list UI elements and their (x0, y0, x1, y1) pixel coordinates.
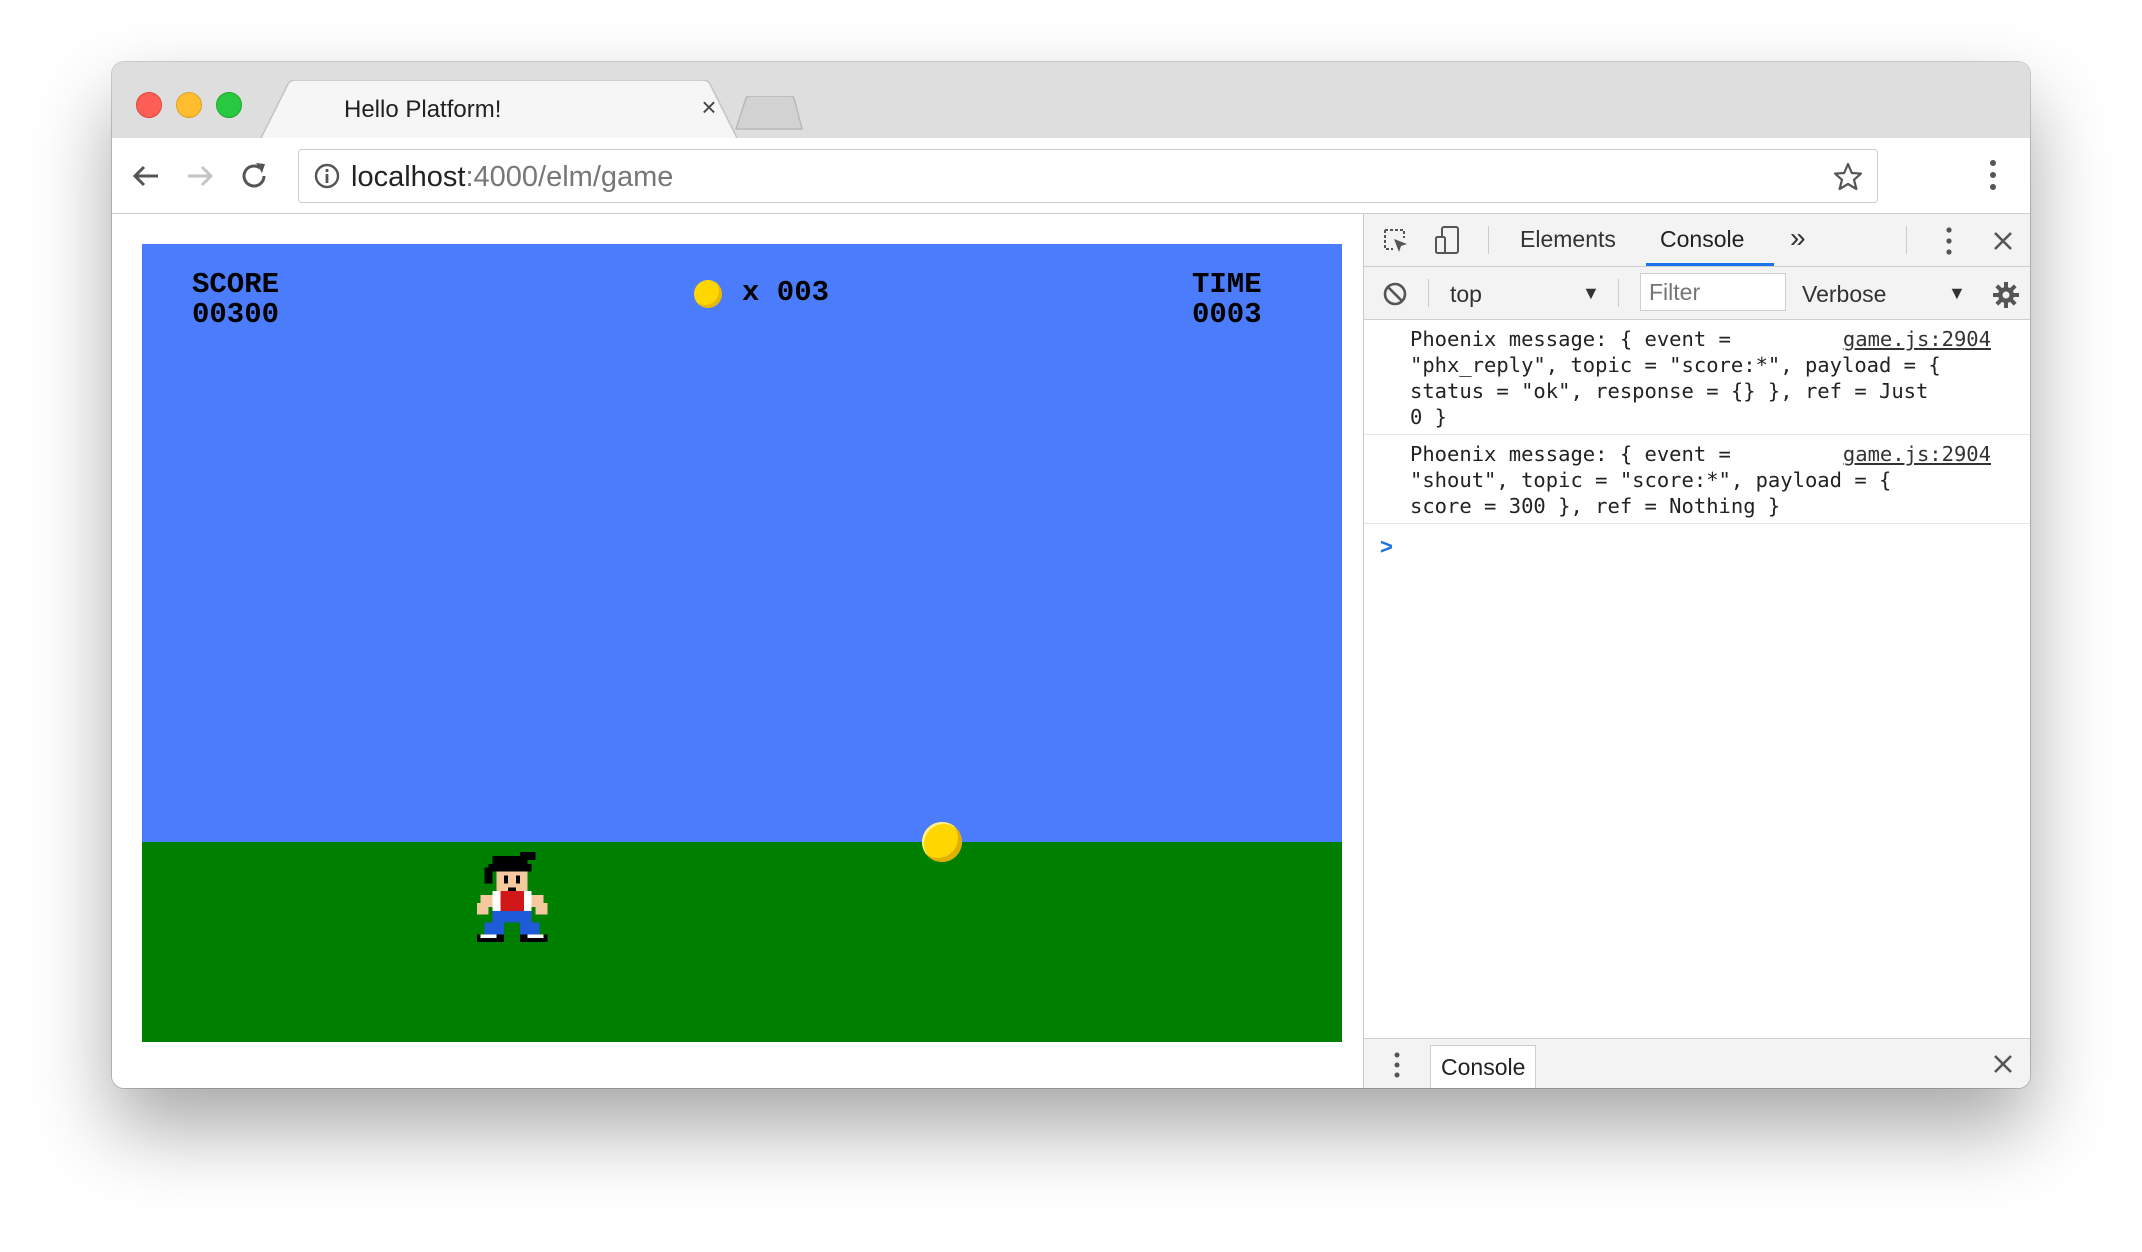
browser-toolbar: localhost:4000/elm/game (112, 138, 2030, 214)
console-message: Phoenix message: { event = "phx_reply", … (1364, 320, 2030, 435)
more-tabs-button[interactable]: » (1790, 222, 1806, 254)
coin-count: x 003 (742, 276, 830, 309)
ground (142, 842, 1342, 1042)
tab-elements[interactable]: Elements (1520, 226, 1616, 253)
devtools-drawer: Console (1364, 1038, 2030, 1088)
new-tab-button[interactable] (734, 96, 804, 130)
drawer-tab-console[interactable]: Console (1430, 1045, 1537, 1088)
log-level-dropdown-icon[interactable]: ▼ (1948, 283, 1966, 304)
console-source-link[interactable]: game.js:2904 (1843, 326, 1991, 352)
tab-title: Hello Platform! (344, 96, 502, 123)
console-filter-bar: top ▼ Verbose ▼ (1364, 267, 2030, 320)
game-canvas[interactable]: SCORE 00300 x 003 TIME 0003 (142, 244, 1342, 1042)
close-window-button[interactable] (136, 92, 162, 118)
devtools-tabbar: Elements Console » (1364, 214, 2030, 267)
url-text: localhost:4000/elm/game (351, 161, 673, 194)
time-value: 0003 (1192, 298, 1262, 331)
console-settings-gear-icon[interactable] (1992, 281, 2020, 309)
hud-coin-icon (694, 280, 722, 308)
tab-close-icon[interactable]: × (694, 92, 724, 123)
zoom-window-button[interactable] (216, 92, 242, 118)
toolbar-separator (1488, 226, 1489, 254)
context-select[interactable]: top (1450, 281, 1482, 308)
close-drawer-icon[interactable] (1992, 1053, 2014, 1075)
info-icon[interactable] (313, 162, 341, 190)
score-label: SCORE (192, 268, 280, 301)
score-display: SCORE 00300 (192, 270, 279, 330)
browser-menu-icon[interactable] (1988, 158, 1998, 192)
tab-strip: Hello Platform! × (112, 62, 2030, 140)
player-character (476, 852, 548, 943)
devtools-menu-icon[interactable] (1944, 226, 1954, 256)
active-tab-indicator (1646, 263, 1774, 266)
inspect-element-icon[interactable] (1382, 227, 1410, 255)
page-content: SCORE 00300 x 003 TIME 0003 (112, 214, 1362, 1088)
close-devtools-icon[interactable] (1992, 230, 2014, 252)
tab-console[interactable]: Console (1660, 226, 1744, 253)
sky (142, 244, 1342, 842)
console-prompt-icon[interactable]: > (1380, 534, 1393, 560)
clear-console-icon[interactable] (1382, 281, 1408, 307)
device-toolbar-icon[interactable] (1434, 225, 1464, 257)
console-message: Phoenix message: { event = "shout", topi… (1364, 435, 2030, 524)
address-bar[interactable]: localhost:4000/elm/game (298, 149, 1878, 203)
minimize-window-button[interactable] (176, 92, 202, 118)
devtools-panel: Elements Console » top ▼ Verbose ▼ (1363, 214, 2030, 1088)
browser-tab[interactable]: Hello Platform! × (260, 80, 738, 140)
reload-icon[interactable] (234, 156, 274, 196)
filter-input[interactable] (1640, 273, 1786, 311)
bookmark-star-icon[interactable] (1833, 162, 1863, 192)
context-dropdown-icon[interactable]: ▼ (1582, 283, 1600, 304)
back-arrow-icon[interactable] (126, 156, 166, 196)
score-value: 00300 (192, 298, 280, 331)
time-label: TIME (1192, 268, 1262, 301)
coin (922, 822, 962, 862)
time-display: TIME 0003 (1192, 270, 1262, 330)
forward-arrow-icon[interactable] (180, 156, 220, 196)
url-host: localhost (351, 161, 466, 193)
drawer-menu-icon[interactable] (1392, 1051, 1402, 1079)
toolbar-separator (1428, 279, 1429, 307)
console-source-link[interactable]: game.js:2904 (1843, 441, 1991, 467)
url-path: :4000/elm/game (465, 161, 674, 193)
toolbar-separator (1906, 226, 1907, 254)
log-level-select[interactable]: Verbose (1802, 281, 1886, 308)
browser-window: Hello Platform! × localhost:4000/elm/gam… (112, 62, 2030, 1088)
toolbar-separator (1618, 279, 1619, 307)
